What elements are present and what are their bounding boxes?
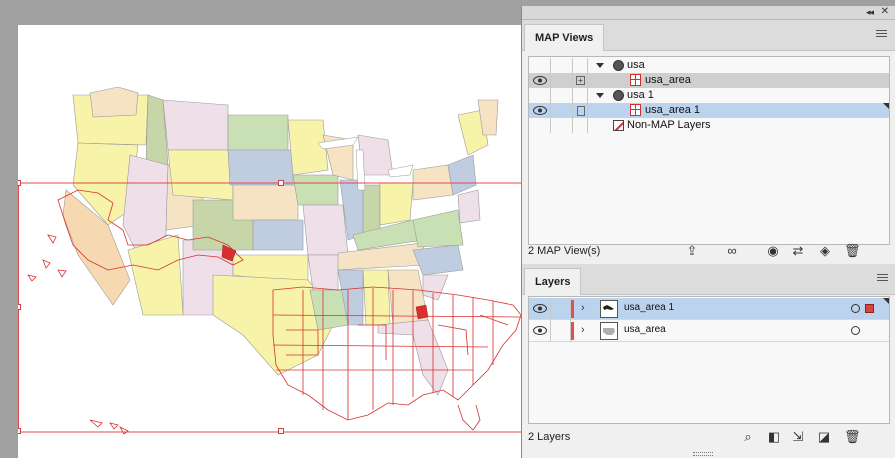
map-views-layers-panel: ◂◂ ✕ MAP Views usa + usa_area usa 1 usa_… — [521, 6, 895, 458]
layer-row-usa-area[interactable]: › usa_area — [529, 320, 889, 342]
globe-icon — [613, 90, 624, 101]
make-clipping-mask-icon[interactable]: ◧ — [766, 429, 782, 445]
selection-square-icon[interactable] — [865, 304, 874, 313]
double-chevron-icon[interactable]: ◂◂ — [866, 7, 874, 18]
map-layer-label: usa_area 1 — [645, 104, 701, 116]
layer-thumbnail — [600, 300, 618, 318]
selection-handle-bottom-left[interactable] — [18, 428, 21, 434]
layers-icon[interactable]: ◈ — [817, 243, 833, 259]
map-layer-label: usa_area — [645, 74, 691, 86]
add-icon[interactable]: + — [576, 76, 585, 85]
layer-color-swatch — [571, 322, 574, 340]
export-icon[interactable]: ⇪ — [684, 243, 700, 259]
trash-icon[interactable]: 🗑 — [844, 429, 861, 445]
map-layer-row-usa-area-1[interactable]: usa_area 1 — [529, 103, 889, 118]
create-sublayer-icon[interactable]: ⇲ — [790, 429, 806, 445]
layers-list: › usa_area 1 › usa_area — [528, 296, 890, 424]
hamburger-menu-icon[interactable] — [876, 30, 887, 39]
swap-arrows-icon[interactable]: ⇄ — [790, 243, 806, 259]
document-icon[interactable] — [577, 106, 585, 116]
map-views-count: 2 MAP View(s) — [528, 245, 601, 257]
panel-top-bar: ◂◂ ✕ — [522, 6, 895, 20]
map-view-label: usa — [627, 59, 645, 71]
selection-handle-middle-left[interactable] — [18, 304, 21, 310]
map-view-row-usa-1[interactable]: usa 1 — [529, 88, 889, 103]
layers-footer: 2 Layers ⌕ ◧ ⇲ ◪ 🗑 — [522, 426, 895, 448]
target-circle-icon[interactable] — [851, 304, 860, 313]
eye-icon[interactable] — [533, 106, 547, 115]
panel-resize-grip[interactable] — [693, 452, 713, 456]
layers-tab-bar: Layers — [522, 264, 895, 295]
layer-row-usa-area-1[interactable]: › usa_area 1 — [529, 298, 889, 320]
non-map-layers-row[interactable]: Non-MAP Layers — [529, 118, 889, 133]
close-icon[interactable]: ✕ — [881, 6, 889, 17]
map-views-footer: 2 MAP View(s) ⇪ ∞ ◉ ⇄ ◈ 🗑 — [522, 240, 895, 262]
map-view-label: usa 1 — [627, 89, 654, 101]
area-grid-icon — [630, 74, 641, 86]
map-views-tab-bar: MAP Views — [522, 20, 895, 51]
map-layer-row-usa-area[interactable]: + usa_area — [529, 73, 889, 88]
globe-icon — [613, 60, 624, 71]
lock-visibility-icon[interactable]: ◉ — [765, 243, 781, 259]
usa-map-artwork[interactable] — [18, 25, 521, 458]
artboard-canvas[interactable] — [18, 25, 521, 458]
link-icon[interactable]: ∞ — [724, 243, 740, 259]
search-icon[interactable]: ⌕ — [740, 429, 756, 445]
tab-map-views[interactable]: MAP Views — [524, 24, 605, 51]
disclosure-triangle-icon[interactable] — [596, 93, 604, 98]
layer-thumbnail — [600, 322, 618, 340]
non-map-icon — [613, 120, 624, 131]
layer-name[interactable]: usa_area — [624, 324, 666, 335]
chevron-right-icon[interactable]: › — [581, 302, 585, 314]
eye-icon[interactable] — [533, 76, 547, 85]
disclosure-triangle-icon[interactable] — [596, 63, 604, 68]
hamburger-menu-icon[interactable] — [877, 274, 888, 283]
selection-handle-top-middle[interactable] — [278, 180, 284, 186]
map-views-list: usa + usa_area usa 1 usa_area 1 Non-MAP … — [528, 56, 890, 245]
map-view-row-usa[interactable]: usa — [529, 58, 889, 73]
selected-corner-indicator — [883, 103, 889, 109]
layer-color-swatch — [571, 300, 574, 318]
selection-handle-top-left[interactable] — [18, 180, 21, 186]
new-layer-icon[interactable]: ◪ — [816, 429, 832, 445]
area-grid-icon — [630, 104, 641, 116]
eye-icon[interactable] — [533, 326, 547, 335]
chevron-right-icon[interactable]: › — [581, 324, 585, 336]
target-circle-icon[interactable] — [851, 326, 860, 335]
selection-handle-bottom-middle[interactable] — [278, 428, 284, 434]
tab-layers[interactable]: Layers — [524, 268, 582, 295]
selected-corner-indicator — [883, 298, 889, 304]
layer-name[interactable]: usa_area 1 — [624, 302, 674, 313]
layers-count: 2 Layers — [528, 431, 571, 443]
non-map-layers-label: Non-MAP Layers — [627, 119, 711, 131]
eye-icon[interactable] — [533, 304, 547, 313]
trash-icon[interactable]: 🗑 — [844, 243, 861, 259]
